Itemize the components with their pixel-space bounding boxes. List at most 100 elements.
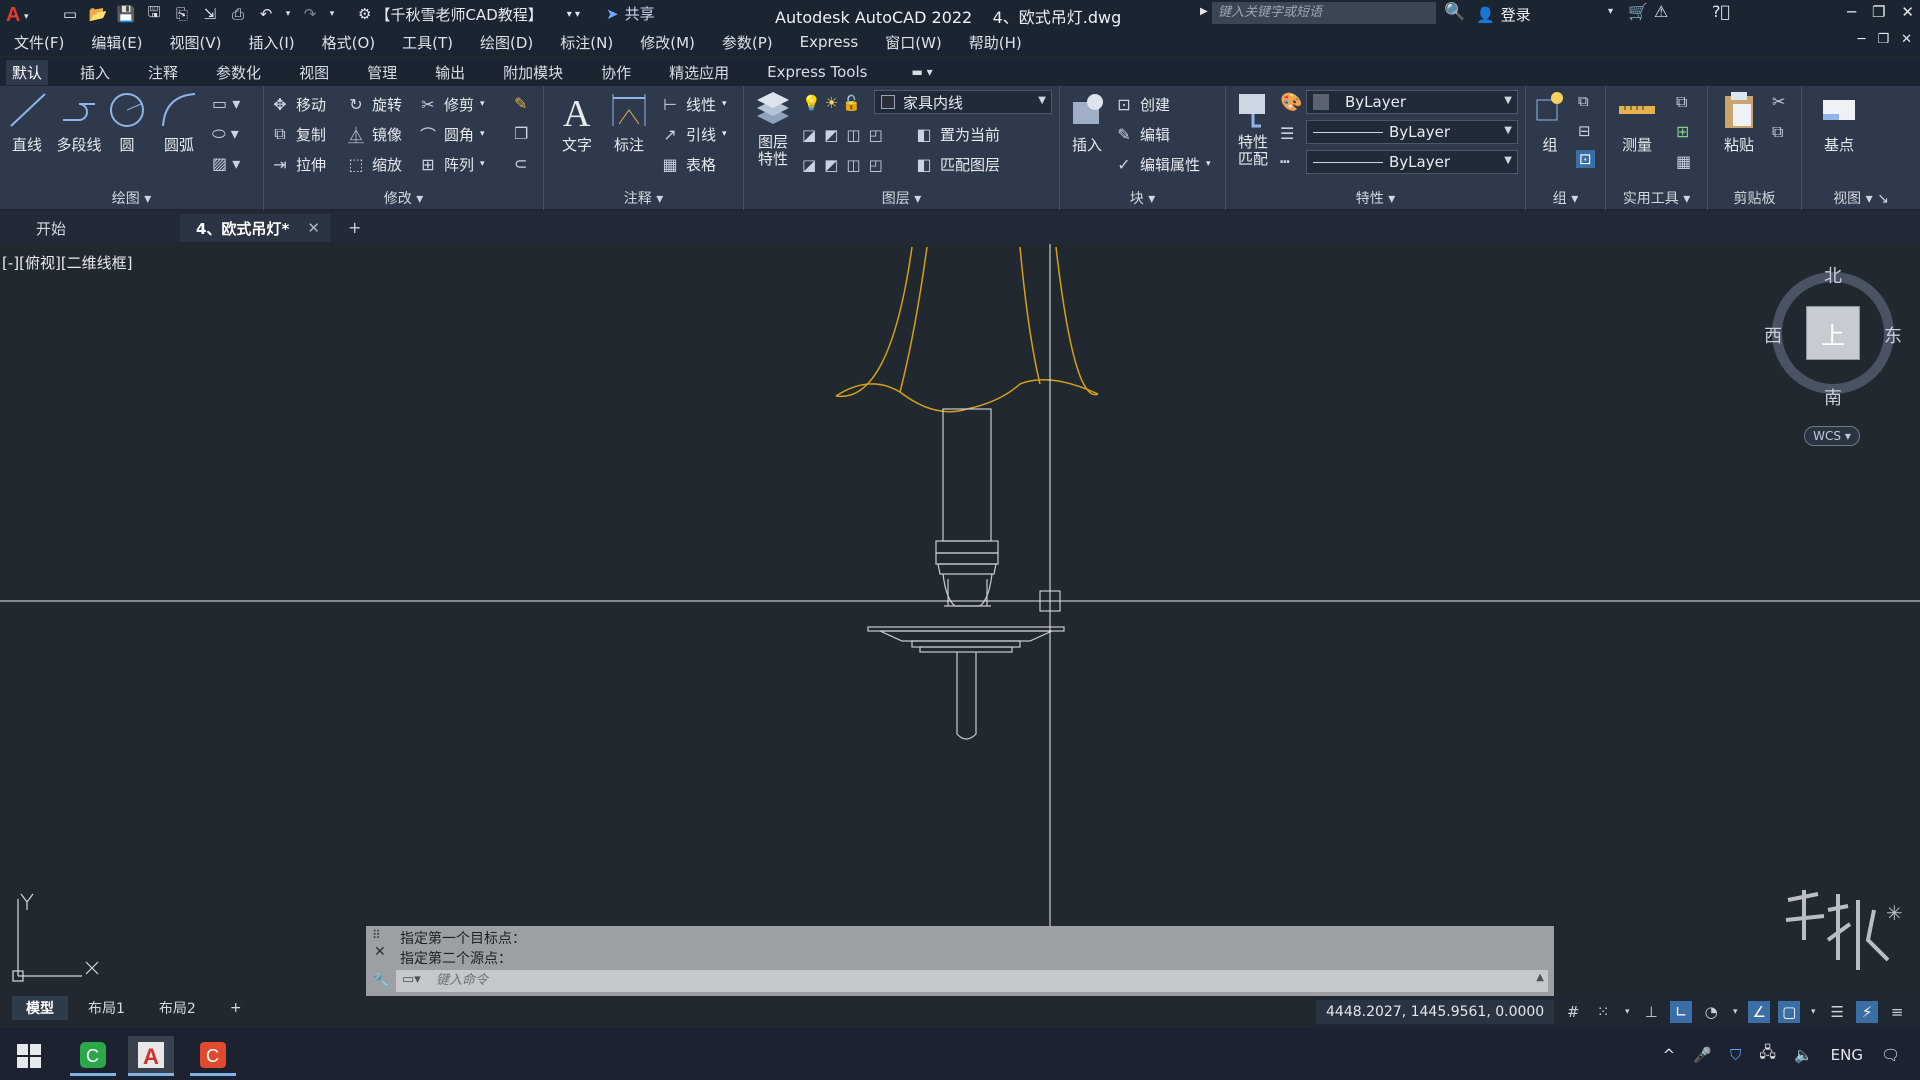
- isometric-icon[interactable]: ∠: [1748, 1001, 1771, 1023]
- arc-button[interactable]: 圆弧: [156, 90, 202, 155]
- erase-icon[interactable]: ✎: [514, 94, 527, 113]
- network-icon[interactable]: 🖧: [1759, 1042, 1776, 1067]
- cart-icon[interactable]: 🛒: [1628, 2, 1648, 21]
- chevron-down-icon[interactable]: ▾: [1808, 1001, 1818, 1023]
- language-indicator[interactable]: ENG: [1831, 1046, 1863, 1064]
- recent-commands-icon[interactable]: ▭▾: [402, 972, 421, 987]
- layer-freeze-icon[interactable]: ◫: [846, 126, 860, 144]
- layer-on-icon[interactable]: ◪: [802, 156, 816, 174]
- doc-minimize-icon[interactable]: ─: [1858, 32, 1866, 47]
- autodesk-a360-icon[interactable]: ⚠: [1654, 2, 1668, 21]
- menu-insert[interactable]: 插入(I): [249, 32, 295, 53]
- scale-button[interactable]: ⬚ 缩放: [346, 152, 402, 176]
- close-icon[interactable]: ✕: [1901, 3, 1914, 21]
- security-shield-icon[interactable]: ⛉: [1730, 1046, 1741, 1064]
- snap-icon[interactable]: ⁙: [1592, 1001, 1614, 1023]
- ellipse-icon[interactable]: ⬭ ▾: [212, 124, 239, 144]
- menu-format[interactable]: 格式(O): [322, 32, 376, 53]
- viewcube-top-face[interactable]: 上: [1806, 306, 1860, 360]
- group-edit-icon[interactable]: ⊟: [1578, 122, 1591, 140]
- table-button[interactable]: ▦ 表格: [660, 152, 716, 176]
- layer-isolate-icon[interactable]: ◩: [824, 126, 838, 144]
- workspace-select[interactable]: ⚙ 【千秋雪老师CAD教程】 ▾ ▾: [358, 3, 580, 25]
- paste-button[interactable]: 粘贴: [1716, 90, 1762, 155]
- minimize-icon[interactable]: ─: [1847, 3, 1856, 21]
- doc-restore-icon[interactable]: ❐: [1877, 32, 1889, 47]
- tab-current-drawing[interactable]: 4、欧式吊灯* ✕: [180, 214, 330, 242]
- chevron-down-icon[interactable]: ▾: [1608, 6, 1613, 17]
- share-button[interactable]: ➤ 共享: [606, 3, 655, 24]
- offset-icon[interactable]: ⊂: [514, 154, 527, 173]
- groups-panel-title[interactable]: 组 ▾: [1526, 188, 1605, 208]
- object-snap-icon[interactable]: ▢: [1778, 1001, 1801, 1023]
- export-icon[interactable]: ⇲: [199, 3, 221, 25]
- select-all-icon[interactable]: ⊞: [1676, 122, 1689, 141]
- linetype-select[interactable]: ByLayer ▼: [1306, 150, 1518, 174]
- close-command-icon[interactable]: ✕: [374, 944, 386, 960]
- menu-view[interactable]: 视图(V): [170, 32, 222, 53]
- edit-block-button[interactable]: ✎ 编辑: [1114, 122, 1170, 146]
- fillet-button[interactable]: ⌒ 圆角 ▾: [418, 122, 485, 146]
- lineweight-icon[interactable]: ☰: [1280, 124, 1294, 143]
- ribbon-toggle-icon[interactable]: ▬ ▾: [911, 65, 932, 79]
- new-tab-plus-icon[interactable]: +: [348, 218, 361, 237]
- lock-icon[interactable]: 🔓: [842, 94, 861, 112]
- command-input[interactable]: 键入命令: [396, 970, 1548, 992]
- explode-icon[interactable]: ❐: [514, 124, 528, 143]
- layer-off-icon[interactable]: ◪: [802, 126, 816, 144]
- sun-icon[interactable]: ☀: [825, 94, 838, 112]
- calculator-icon[interactable]: ▦: [1676, 152, 1691, 171]
- tray-expand-icon[interactable]: ^: [1663, 1046, 1676, 1064]
- microphone-icon[interactable]: 🎤: [1693, 1046, 1712, 1064]
- layer-properties-button[interactable]: 图层 特性: [750, 90, 796, 168]
- tab-featured-apps[interactable]: 精选应用: [663, 60, 735, 85]
- layers-panel-title[interactable]: 图层 ▾: [744, 188, 1059, 208]
- line-button[interactable]: 直线: [4, 90, 50, 155]
- mirror-button[interactable]: ⏅ 镜像: [346, 122, 402, 146]
- tab-layout1[interactable]: 布局1: [74, 996, 139, 1020]
- search-icon[interactable]: 🔍: [1444, 2, 1465, 22]
- new-file-icon[interactable]: ▭: [59, 3, 81, 25]
- tab-annotate[interactable]: 注释: [142, 60, 184, 85]
- dimension-button[interactable]: 标注: [606, 90, 652, 155]
- view-panel-title[interactable]: 视图 ▾ ↘: [1802, 188, 1920, 208]
- autocad-taskbar-icon[interactable]: A: [128, 1036, 174, 1076]
- polyline-button[interactable]: 多段线: [52, 90, 106, 155]
- hatch-icon[interactable]: ▨ ▾: [212, 154, 240, 173]
- color-wheel-icon[interactable]: 🎨: [1280, 92, 1302, 113]
- array-button[interactable]: ⊞ 阵列 ▾: [418, 152, 484, 176]
- search-input[interactable]: 键入关键字或短语: [1212, 2, 1436, 24]
- utilities-panel-title[interactable]: 实用工具 ▾: [1606, 188, 1707, 208]
- base-point-button[interactable]: 基点: [1816, 90, 1862, 155]
- start-menu-icon[interactable]: [6, 1036, 52, 1076]
- linetype-icon[interactable]: ┅: [1280, 152, 1290, 171]
- menu-express[interactable]: Express: [800, 33, 859, 51]
- copy-button[interactable]: ⧉ 复制: [270, 122, 326, 146]
- ortho-icon[interactable]: ∟: [1670, 1001, 1693, 1023]
- close-tab-icon[interactable]: ✕: [307, 219, 320, 237]
- lightbulb-icon[interactable]: 💡: [802, 94, 821, 112]
- trim-button[interactable]: ✂ 修剪 ▾: [418, 92, 484, 116]
- save-icon[interactable]: 💾: [115, 3, 137, 25]
- layer-lock-icon[interactable]: ◰: [869, 126, 883, 144]
- chevron-down-icon[interactable]: ▾: [1730, 1001, 1740, 1023]
- help-icon[interactable]: ?⃝: [1712, 2, 1730, 21]
- tab-addins[interactable]: 附加模块: [497, 60, 569, 85]
- stretch-button[interactable]: ⇥ 拉伸: [270, 152, 326, 176]
- coordinates-display[interactable]: 4448.2027, 1445.9561, 0.0000: [1316, 1000, 1555, 1024]
- save-as-icon[interactable]: 🖫: [143, 3, 165, 25]
- move-button[interactable]: ✥ 移动: [270, 92, 326, 116]
- customize-menu-icon[interactable]: ≡: [1886, 1001, 1908, 1023]
- menu-modify[interactable]: 修改(M): [640, 32, 695, 53]
- tab-view[interactable]: 视图: [293, 60, 335, 85]
- layer-thaw-icon[interactable]: ◫: [846, 156, 860, 174]
- edit-attributes-button[interactable]: ✓ 编辑属性 ▾: [1114, 152, 1210, 176]
- cut-icon[interactable]: ✂: [1772, 92, 1785, 111]
- wcs-menu[interactable]: WCS ▾: [1804, 426, 1860, 446]
- layer-unlock-icon[interactable]: ◰: [869, 156, 883, 174]
- redo-icon[interactable]: ↷: [299, 3, 321, 25]
- circle-button[interactable]: 圆: [104, 90, 150, 155]
- layer-select[interactable]: 家具内线 ▼: [874, 90, 1052, 114]
- open-file-icon[interactable]: 📂: [87, 3, 109, 25]
- tab-insert[interactable]: 插入: [74, 60, 116, 85]
